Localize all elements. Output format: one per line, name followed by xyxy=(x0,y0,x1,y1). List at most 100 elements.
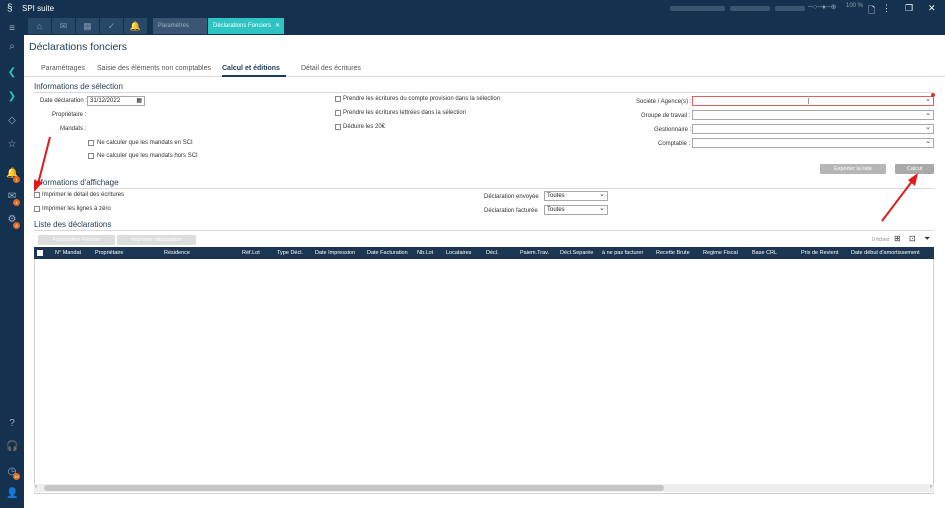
diamond-icon[interactable]: ◇ xyxy=(6,115,18,127)
col-proprietaire[interactable]: Propriétaire xyxy=(95,250,123,256)
grid-header: N° Mandat Propriétaire Résidence Réf.Lot… xyxy=(34,247,934,259)
left-navigation-bar: ≡ ⌕ ❮ ❯ ◇ ☆ 🔔 1 ✉ 4 ⚙ 8 ? 🎧 ◷ 10 👤 xyxy=(0,18,24,508)
horizontal-scrollbar[interactable]: ‹ › xyxy=(34,484,934,492)
mail-badge: 4 xyxy=(13,199,20,206)
app-title: SPI suite xyxy=(22,4,55,13)
col-decl[interactable]: Décl. xyxy=(486,250,499,256)
exporter-liste-button[interactable]: Exporter la liste xyxy=(820,164,886,174)
col-residence[interactable]: Résidence xyxy=(164,250,190,256)
scroll-right-icon[interactable]: › xyxy=(930,484,932,490)
facturation-foncier-button[interactable]: Facturation Foncier xyxy=(38,235,115,245)
mandats-sci-label: Ne calculer que les mandats en SCI xyxy=(97,140,193,146)
provision-checkbox[interactable] xyxy=(335,96,341,102)
document-icon[interactable]: 🗋 xyxy=(868,3,875,19)
tab-declarations-fonciers[interactable]: Déclarations Fonciers ✕ xyxy=(208,18,284,34)
col-prix-revient[interactable]: Prix de Revient xyxy=(801,250,838,256)
back-chevron-icon[interactable]: ❮ xyxy=(6,67,18,79)
col-paiem-trav[interactable]: Paiem.Trav. xyxy=(520,250,549,256)
zoom-slider[interactable]: ─○─♦─⊕ xyxy=(808,3,837,11)
imprimer-declaration-button[interactable]: Imprimer déclaration xyxy=(117,235,196,245)
tab-bar: ⌂ ✉ ▦ ✓ 🔔 Paramètres Déclarations Foncie… xyxy=(24,18,945,35)
forward-chevron-icon[interactable]: ❯ xyxy=(6,91,18,103)
imprimer-zero-checkbox[interactable] xyxy=(34,206,40,212)
divider xyxy=(34,92,934,93)
home-icon[interactable]: ⌂ xyxy=(28,18,51,34)
imprimer-detail-checkbox[interactable] xyxy=(34,192,40,198)
calendar-icon[interactable]: ▦ xyxy=(76,18,99,34)
col-base-crl[interactable]: Base CRL xyxy=(752,250,777,256)
check-icon[interactable]: ✓ xyxy=(100,18,123,34)
help-icon[interactable]: ? xyxy=(6,418,18,430)
search-icon[interactable]: ⌕ xyxy=(6,41,18,53)
chevron-down-icon: ⌄ xyxy=(925,138,931,145)
col-regime-fiscal[interactable]: Regime Fiscal xyxy=(703,250,738,256)
gestionnaire-label: Gestionnaire : xyxy=(654,127,692,133)
declaration-envoyee-select[interactable]: Toutes ⌄ xyxy=(544,191,608,201)
comptable-select[interactable]: ⌄ xyxy=(692,138,934,148)
groupe-travail-select[interactable]: ⌄ xyxy=(692,110,934,120)
tab-parametrages[interactable]: Paramétrages xyxy=(41,65,85,72)
societe-label: Société / Agence(s) : xyxy=(636,99,692,105)
col-ref-lot[interactable]: Réf.Lot xyxy=(242,250,260,256)
proprietaire-label: Propriétaire : xyxy=(52,112,87,118)
close-tab-icon[interactable]: ✕ xyxy=(275,18,280,34)
date-declaration-value: 31/12/2022 xyxy=(90,98,121,104)
col-recette-brute[interactable]: Recette Brute xyxy=(656,250,690,256)
col-type-decl[interactable]: Type Décl. xyxy=(277,250,303,256)
bell-icon[interactable]: 🔔 xyxy=(124,18,147,34)
select-all-checkbox[interactable] xyxy=(37,250,43,256)
col-locataires[interactable]: Locataires xyxy=(446,250,471,256)
calcul-button[interactable]: Calcul xyxy=(895,164,934,174)
menu-icon[interactable]: ≡ xyxy=(6,23,18,35)
section-selection-title: Informations de sélection xyxy=(34,82,123,91)
deduire-20-checkbox[interactable] xyxy=(335,124,341,130)
more-icon[interactable]: ⋮ xyxy=(882,3,891,14)
mail-tab-icon[interactable]: ✉ xyxy=(52,18,75,34)
tab-saisie-elements[interactable]: Saisie des éléments non comptables xyxy=(97,65,211,72)
divider xyxy=(34,230,934,231)
restore-button[interactable]: ❐ xyxy=(905,3,913,14)
app-logo-icon: § xyxy=(7,3,13,14)
declaration-facturee-select[interactable]: Toutes ⌄ xyxy=(544,205,608,215)
active-tab-indicator xyxy=(222,75,286,77)
user-info-blurred xyxy=(670,6,725,11)
mandats-hors-sci-checkbox[interactable] xyxy=(88,153,94,159)
divider xyxy=(34,188,934,189)
record-count: 0 fiches xyxy=(872,237,890,243)
col-date-facturation[interactable]: Date Facturation xyxy=(367,250,408,256)
notification-badge: 1 xyxy=(13,176,20,183)
required-indicator xyxy=(931,93,935,97)
chevron-down-icon: ⌄ xyxy=(925,96,931,103)
col-date-impression[interactable]: Date Impression xyxy=(315,250,355,256)
tasks-badge: 8 xyxy=(13,222,20,229)
tab-calcul-editions[interactable]: Calcul et éditions xyxy=(222,65,280,72)
add-column-icon[interactable]: ⊡ xyxy=(909,234,916,243)
societe-select[interactable]: ⌄ xyxy=(692,96,934,106)
declaration-envoyee-label: Déclaration envoyée xyxy=(484,194,539,200)
gestionnaire-select[interactable]: ⌄ xyxy=(692,124,934,134)
date-declaration-input[interactable]: 31/12/2022 ▦ xyxy=(87,96,145,106)
mandats-sci-checkbox[interactable] xyxy=(88,140,94,146)
filter-icon[interactable]: ⏷ xyxy=(924,234,930,244)
col-nb-lot[interactable]: Nb.Lot xyxy=(417,250,433,256)
calendar-picker-icon[interactable]: ▦ xyxy=(136,97,142,105)
deduire-20-label: Déduire les 20€ xyxy=(343,124,386,130)
imprimer-detail-label: Imprimer le détail des écritures xyxy=(42,192,125,198)
clock-badge: 10 xyxy=(13,473,20,480)
favorites-star-icon[interactable]: ☆ xyxy=(6,139,18,151)
scroll-thumb[interactable] xyxy=(44,485,664,491)
db-info-blurred xyxy=(730,6,770,11)
export-excel-icon[interactable]: ⊞ xyxy=(894,234,901,243)
tab-parametres[interactable]: Paramètres xyxy=(153,18,207,34)
scroll-left-icon[interactable]: ‹ xyxy=(35,484,37,490)
user-icon[interactable]: 👤 xyxy=(6,488,18,500)
tab-detail-ecritures[interactable]: Détail des écritures xyxy=(301,65,361,72)
col-decl-separee[interactable]: Décl.Separée xyxy=(560,250,593,256)
col-date-amortissement[interactable]: Date début d'amortissement xyxy=(851,250,920,256)
close-window-button[interactable]: ✕ xyxy=(928,3,936,14)
support-icon[interactable]: 🎧 xyxy=(6,441,18,453)
lettrees-checkbox[interactable] xyxy=(335,110,341,116)
col-ne-pas-facturer[interactable]: à ne pas facturer xyxy=(602,250,643,256)
col-mandat[interactable]: N° Mandat xyxy=(55,250,81,256)
env-info-blurred xyxy=(775,6,805,11)
